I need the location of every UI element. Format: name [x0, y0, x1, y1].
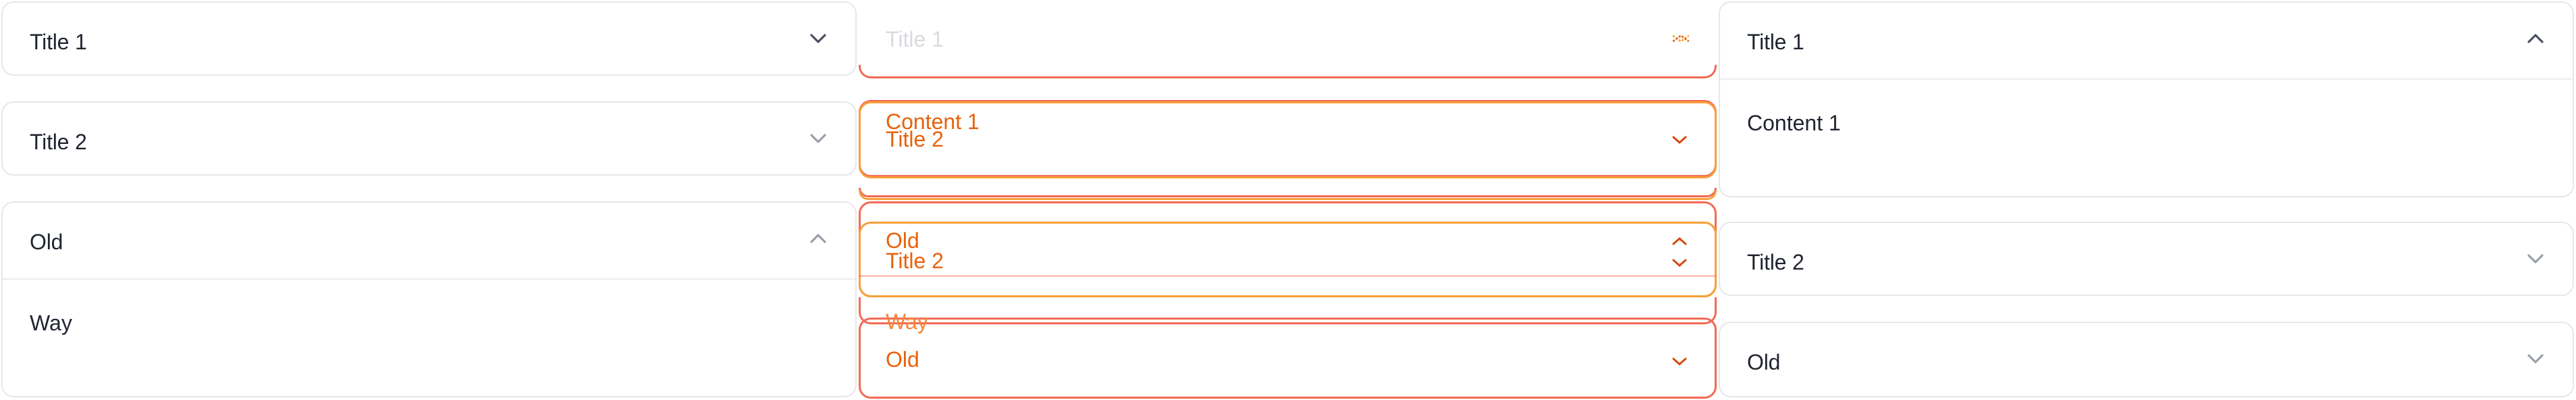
chevron-down-icon[interactable]: [2525, 251, 2546, 266]
accordion-content: Content 1: [1747, 111, 1841, 135]
chevron-down-icon: [1669, 132, 1690, 147]
ghost-divider: [859, 276, 1717, 277]
chevron-up-icon[interactable]: [2525, 31, 2546, 46]
accordion-header[interactable]: Old: [3, 203, 855, 277]
accordion-item[interactable]: Old Way: [1, 201, 857, 397]
chevron-down-icon: [1669, 354, 1690, 369]
ghost-frame: [859, 318, 1717, 399]
chevron-down-icon[interactable]: [808, 131, 828, 146]
chevron-down-icon: [1669, 255, 1690, 270]
accordion-item[interactable]: Title 2: [1719, 222, 2574, 296]
ghost-frame: [859, 65, 1717, 78]
accordion-item[interactable]: Title 2: [1, 101, 857, 176]
accordion-title: Old: [1747, 350, 1781, 374]
accordion-header[interactable]: Title 1: [3, 3, 855, 77]
accordion-title: Title 1: [1747, 30, 1804, 54]
ghost-title: Title 2: [886, 249, 944, 273]
accordion-item[interactable]: Title 1: [1, 1, 857, 76]
accordion-header[interactable]: Title 2: [1720, 223, 2573, 297]
accordion-title: Title 2: [30, 130, 87, 154]
accordion-item[interactable]: Old: [1719, 322, 2574, 397]
chevron-down-icon[interactable]: [808, 31, 828, 46]
ghost-frame: [859, 191, 1717, 200]
accordion-item[interactable]: Title 1 Content 1: [1719, 1, 2574, 197]
accordion-title: Old: [30, 230, 63, 254]
accordion-divider: [1720, 78, 2573, 80]
accordion-right: Title 1 Content 1 Title 2 Old: [1717, 0, 2575, 400]
accordion-header[interactable]: Title 2: [3, 103, 855, 177]
ghost-title: Old: [886, 347, 919, 372]
ghost-frame: [859, 222, 1717, 297]
accordion-content: Way: [30, 311, 72, 335]
accordion-divider: [3, 278, 855, 280]
ghost-frame: [859, 101, 1717, 178]
accordion-title: Title 1: [30, 30, 87, 54]
accordion-left: Title 1 Title 2 Old Way: [0, 0, 858, 400]
chevron-down-icon[interactable]: [2525, 351, 2546, 366]
ghost-title: Title 1: [886, 27, 944, 51]
accordion-title: Title 2: [1747, 250, 1804, 274]
ghost-title: Title 2: [886, 127, 944, 151]
chevron-up-icon: [1669, 234, 1690, 249]
chevron-up-icon[interactable]: [808, 231, 828, 246]
ghost-content: Way: [886, 309, 928, 334]
accordion-header[interactable]: Old: [1720, 323, 2573, 397]
accordion-transition: Title 1 Content 1 Title 2 Old Title 2 Wa…: [859, 0, 1717, 400]
accordion-header[interactable]: Title 1: [1720, 3, 2573, 77]
chevron-dots-icon: [1671, 31, 1690, 43]
